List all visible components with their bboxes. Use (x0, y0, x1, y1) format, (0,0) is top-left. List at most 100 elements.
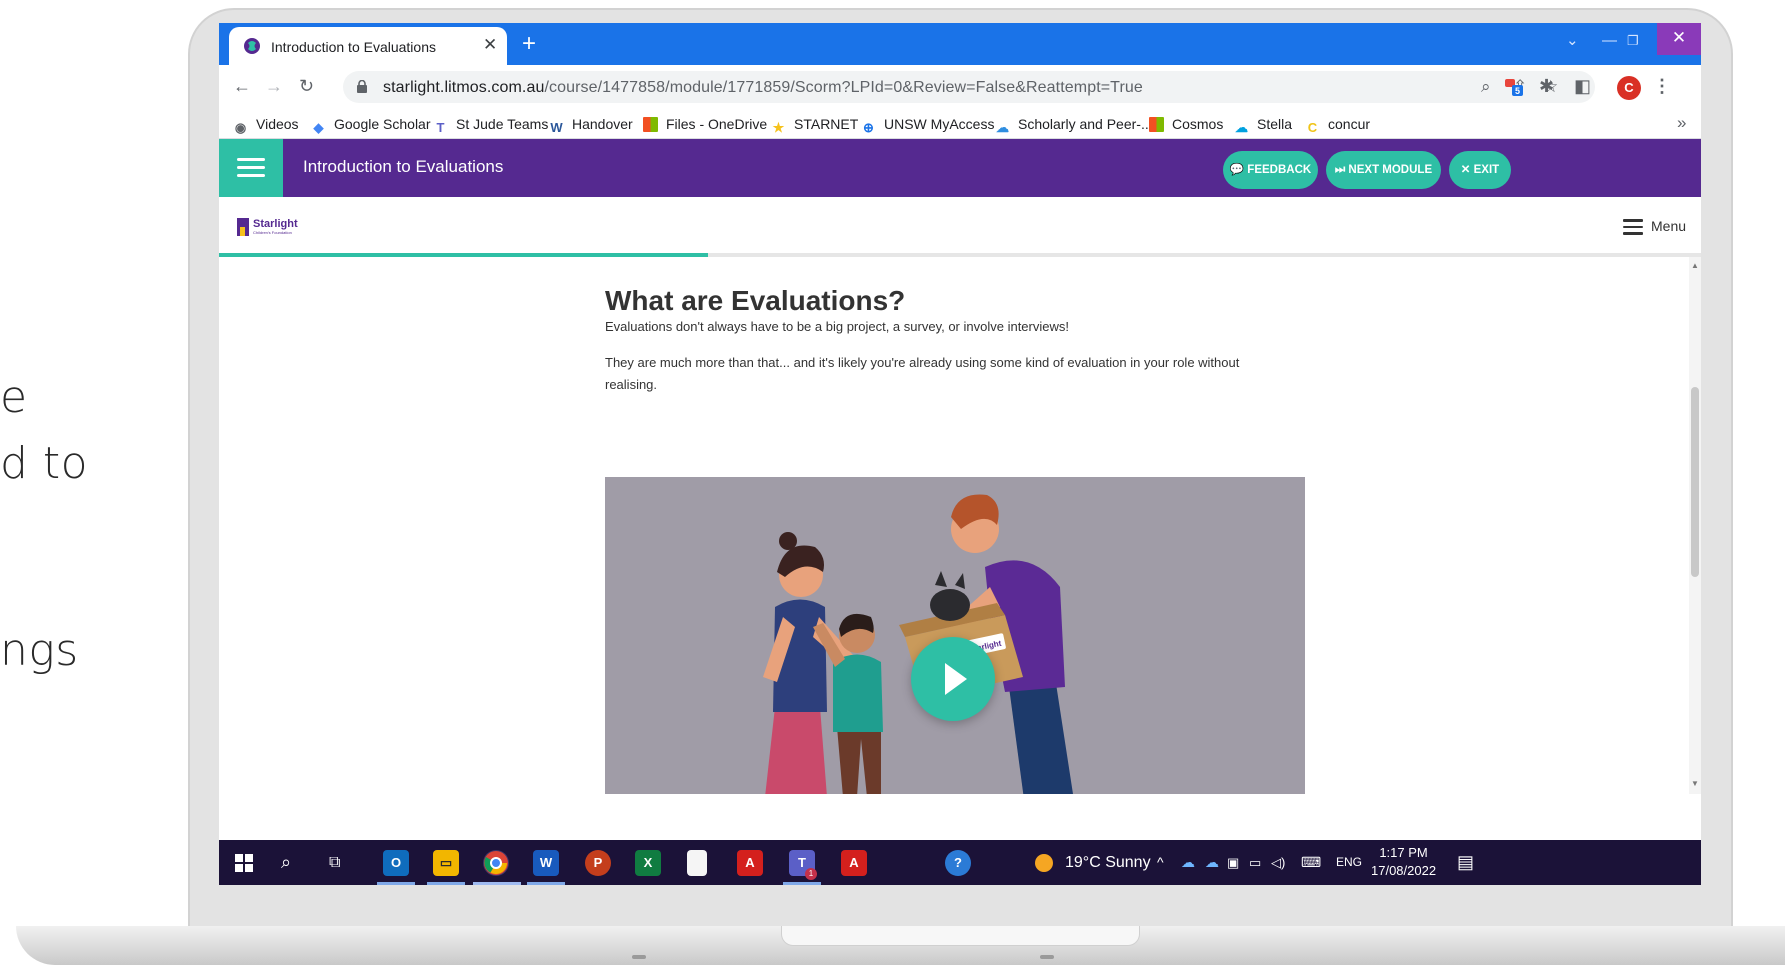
notepad-icon[interactable] (687, 850, 707, 876)
battery-icon[interactable]: ▭ (1249, 840, 1261, 885)
bookmark-item[interactable]: T St Jude Teams (433, 115, 549, 135)
chrome-icon[interactable] (483, 850, 509, 876)
scroll-down-icon[interactable]: ▼ (1691, 779, 1699, 788)
bookmark-item[interactable]: Cosmos (1149, 115, 1223, 133)
video-player[interactable]: Starlight (605, 477, 1305, 794)
browser-menu-icon[interactable]: ⋮ (1653, 75, 1671, 97)
slide-text-fragment: ngs (0, 625, 79, 676)
teams-icon: T (436, 120, 445, 135)
powerpoint-icon[interactable]: P (585, 850, 611, 876)
zoom-icon[interactable]: ⌕ (1481, 77, 1491, 97)
laptop-notch (781, 926, 1140, 946)
bookmark-label: STARNET (794, 116, 859, 132)
word-icon[interactable]: W (533, 850, 559, 876)
bookmark-item[interactable]: W Handover (549, 115, 633, 135)
family-illustration: Starlight (763, 494, 1073, 794)
outlook-active-indicator (377, 882, 415, 885)
laptop-foot (632, 955, 646, 959)
reload-icon[interactable]: ↻ (299, 75, 314, 97)
search-icon[interactable]: ⌕ (281, 840, 291, 885)
bookmark-item[interactable]: ☁ Stella (1234, 115, 1293, 135)
tab-close-icon[interactable]: ✕ (483, 36, 497, 54)
bookmark-label: St Jude Teams (456, 116, 549, 132)
extensions-puzzle-icon[interactable]: ✱ (1539, 75, 1554, 97)
language-indicator[interactable]: ENG (1336, 840, 1362, 885)
extension-badge-count: 5 (1515, 86, 1520, 96)
task-view-icon[interactable]: ⧉ (329, 840, 340, 885)
excel-icon[interactable]: X (635, 850, 661, 876)
volume-icon[interactable]: ◁) (1271, 840, 1285, 885)
bookmark-item[interactable]: ⊕ UNSW MyAccess (861, 115, 994, 135)
bookmark-item[interactable]: ◆ Google Scholar (311, 115, 431, 135)
course-menu-button[interactable] (219, 139, 283, 197)
onedrive-icon[interactable]: ☁ (1181, 840, 1195, 885)
extension-icon[interactable]: 5 (1503, 75, 1525, 102)
minimize-icon[interactable]: — (1602, 31, 1617, 51)
cloud-icon: ☁ (996, 120, 1009, 135)
module-menu-row: Starlight Children's Foundation Menu (219, 197, 1701, 253)
address-bar[interactable]: starlight.litmos.com.au/course/1477858/m… (343, 71, 1595, 103)
bookmark-label: concur (1328, 116, 1371, 132)
keyboard-icon[interactable]: ⌨ (1301, 840, 1321, 885)
bookmark-item[interactable]: ☁ Scholarly and Peer-... (995, 115, 1153, 135)
menu-icon[interactable] (1623, 219, 1643, 239)
scrollbar-thumb[interactable] (1691, 387, 1699, 577)
bookmark-item[interactable]: Cconcur (1305, 115, 1371, 135)
teams-active-indicator (783, 882, 821, 885)
bookmark-label: Scholarly and Peer-... (1018, 116, 1153, 132)
acrobat-icon[interactable]: A (737, 850, 763, 876)
windows-taskbar: ⌕ ⧉ O ▭ W P X A T 1 A ? 19°C Sunny ^ ☁ ☁… (219, 840, 1701, 885)
help-icon[interactable]: ? (945, 850, 971, 876)
bookmark-label: Google Scholar (334, 116, 431, 132)
course-header: Introduction to Evaluations 💬 FEEDBACK ⏭… (219, 139, 1701, 197)
hamburger-icon-line (237, 174, 265, 177)
tray-overflow-icon[interactable]: ^ (1157, 840, 1164, 885)
starlight-logo-text: Starlight (253, 218, 298, 230)
dog-figure (930, 571, 970, 621)
tab-search-icon[interactable]: ⌄ (1566, 31, 1579, 51)
lesson-paragraph: realising. (605, 377, 658, 392)
bookmark-item[interactable]: ◉ Videos (233, 115, 299, 135)
bookmark-label: Handover (572, 116, 633, 132)
restore-icon[interactable]: ❐ (1627, 31, 1639, 51)
device-icon[interactable]: ▣ (1227, 840, 1239, 885)
profile-avatar[interactable]: C (1617, 76, 1641, 100)
concur-icon: C (1307, 120, 1318, 135)
bookmarks-overflow-icon[interactable]: » (1677, 113, 1686, 133)
scroll-up-icon[interactable]: ▲ (1691, 261, 1699, 270)
notifications-icon[interactable]: ▤ (1457, 840, 1474, 885)
acrobat-reader-icon[interactable]: A (841, 850, 867, 876)
url-host: starlight.litmos.com.au (383, 79, 545, 96)
bookmark-label: Videos (256, 116, 299, 132)
next-module-button[interactable]: ⏭ NEXT MODULE (1326, 151, 1441, 189)
play-button[interactable] (911, 637, 995, 721)
menu-label[interactable]: Menu (1651, 218, 1686, 234)
lock-icon: ⊕ (863, 120, 874, 135)
lock-icon (357, 80, 367, 93)
starlight-logo-accent (240, 227, 245, 236)
slide-text-fragment: e (0, 372, 28, 423)
extension-badge-icon: 5 (1505, 79, 1523, 96)
weather-text[interactable]: 19°C Sunny (1065, 840, 1151, 885)
feedback-button[interactable]: 💬 FEEDBACK (1223, 151, 1318, 189)
bookmark-item[interactable]: Files - OneDrive (643, 115, 767, 133)
browser-toolbar: ← → ↻ starlight.litmos.com.au/course/147… (219, 65, 1701, 109)
new-tab-button[interactable]: + (522, 30, 536, 58)
windows-start-icon[interactable] (235, 854, 253, 872)
cloud-sync-icon[interactable]: ☁ (1205, 840, 1219, 885)
exit-button[interactable]: ✕ EXIT (1449, 151, 1511, 189)
file-explorer-icon[interactable]: ▭ (433, 850, 459, 876)
side-panel-icon[interactable]: ◧ (1574, 75, 1591, 97)
back-icon[interactable]: ← (233, 75, 251, 97)
microsoft-icon (643, 117, 658, 132)
browser-tab[interactable]: Introduction to Evaluations ✕ (229, 27, 507, 65)
window-close-icon[interactable]: ✕ (1657, 23, 1701, 55)
lesson-paragraph: Evaluations don't always have to be a bi… (605, 319, 1069, 334)
bookmark-item[interactable]: ★ STARNET (771, 115, 859, 135)
content-scrollbar[interactable]: ▲ ▼ (1689, 257, 1701, 794)
starlight-logo-subtext: Children's Foundation (253, 230, 292, 235)
taskbar-clock[interactable]: 1:17 PM 17/08/2022 (1371, 844, 1436, 880)
forward-icon[interactable]: → (265, 75, 283, 97)
outlook-icon[interactable]: O (383, 850, 409, 876)
bookmark-label: Stella (1257, 116, 1293, 132)
